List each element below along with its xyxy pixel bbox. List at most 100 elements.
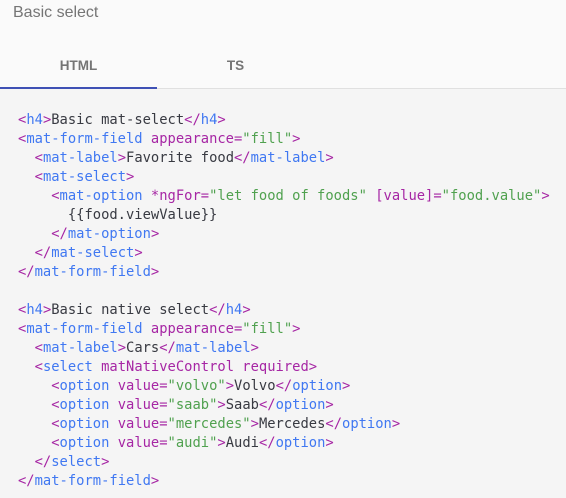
code-token: mat-form-field — [26, 321, 151, 337]
code-token: option — [59, 416, 118, 432]
code-token: mat-label — [250, 150, 326, 166]
code-line: <h4>Basic native select</h4> — [18, 301, 550, 320]
code-line: <mat-form-field appearance="fill"> — [18, 130, 550, 149]
code-line: <mat-label>Cars</mat-label> — [18, 339, 550, 358]
code-token: mat-label — [42, 340, 118, 356]
code-line: </mat-form-field> — [18, 263, 550, 282]
code-token: > — [541, 188, 550, 204]
code-token: "audi" — [167, 435, 218, 451]
example-title: Basic select — [13, 4, 99, 21]
code-token: select — [51, 454, 102, 470]
code-token: </ — [184, 112, 201, 128]
code-token: < — [34, 150, 43, 166]
code-token: option — [342, 416, 392, 432]
code-token: option — [275, 435, 326, 451]
code-token: </ — [159, 340, 176, 356]
code-token: > — [225, 378, 235, 394]
code-token: > — [242, 302, 251, 318]
code-line: {{food.viewValue}} — [18, 206, 550, 225]
code-token: > — [325, 397, 334, 413]
code-token: > — [150, 264, 160, 280]
code-token: "volvo" — [167, 378, 226, 394]
code-line: <mat-select> — [18, 168, 550, 187]
code-token: mat-option — [67, 226, 151, 242]
code-token: "mercedes" — [167, 416, 251, 432]
code-token: option — [59, 435, 118, 451]
code-token: > — [117, 340, 127, 356]
code-token: </ — [258, 397, 276, 413]
code-token: < — [34, 340, 43, 356]
code-token: matNativeControl required — [101, 359, 309, 375]
code-token: </ — [34, 245, 52, 261]
code-token: </ — [275, 378, 293, 394]
tab-ts[interactable]: TS — [157, 44, 314, 88]
code-token: select — [42, 359, 102, 375]
code-token: > — [150, 226, 160, 242]
code-token: "fill" — [242, 321, 293, 337]
code-token: </ — [325, 416, 343, 432]
code-token: option — [292, 378, 343, 394]
code-token: > — [42, 112, 52, 128]
code-token: mat-select — [42, 169, 127, 185]
code-token: > — [217, 397, 226, 413]
code-token: Basic native select — [51, 302, 210, 318]
code-token: > — [217, 112, 226, 128]
code-token: h4 — [200, 112, 218, 128]
code-token: > — [391, 416, 401, 432]
code-token: h4 — [26, 302, 43, 318]
code-token: *ngFor= — [150, 188, 210, 204]
code-token: value= — [117, 416, 168, 432]
code-token: Mercedes — [258, 416, 326, 432]
code-token: "saab" — [167, 397, 218, 413]
code-token: "fill" — [242, 131, 293, 147]
code-token: "food.value" — [441, 188, 542, 204]
code-line: </mat-option> — [18, 225, 550, 244]
code-token: > — [217, 435, 226, 451]
code-token: value= — [117, 397, 168, 413]
code-token: < — [34, 169, 43, 185]
code-token: > — [342, 378, 351, 394]
code-token: Cars — [126, 340, 160, 356]
code-token: > — [117, 150, 127, 166]
code-token: value= — [117, 378, 168, 394]
code-token: h4 — [26, 112, 43, 128]
code-token: Saab — [225, 397, 259, 413]
code-token: option — [59, 397, 118, 413]
code-token: > — [126, 169, 135, 185]
code-token: > — [292, 131, 301, 147]
code-line: <option value="mercedes">Mercedes</optio… — [18, 415, 550, 434]
code-token: {{food.viewValue}} — [18, 207, 218, 223]
code-token: [value]= — [375, 188, 442, 204]
code-token: > — [101, 454, 110, 470]
code-token: > — [308, 359, 318, 375]
code-line: <mat-form-field appearance="fill"> — [18, 320, 550, 339]
code-token: </ — [18, 264, 35, 280]
code-token: < — [51, 435, 60, 451]
code-token: </ — [234, 150, 251, 166]
code-token: </ — [34, 454, 52, 470]
code-token: mat-label — [42, 150, 118, 166]
code-token: appearance= — [150, 131, 243, 147]
code-token: </ — [258, 435, 276, 451]
code-token: option — [59, 378, 118, 394]
code-line: <option value="saab">Saab</option> — [18, 396, 550, 415]
code-line: <option value="audi">Audi</option> — [18, 434, 550, 453]
code-line: <option value="volvo">Volvo</option> — [18, 377, 550, 396]
code-panel: <h4>Basic mat-select</h4> <mat-form-field… — [0, 89, 566, 498]
code-line: <h4>Basic mat-select</h4> — [18, 111, 550, 130]
code-token: h4 — [225, 302, 243, 318]
code-token: Basic mat-select — [51, 112, 185, 128]
code-token: mat-select — [51, 245, 135, 261]
tab-html[interactable]: HTML — [0, 44, 157, 89]
code-token: < — [51, 378, 60, 394]
code-token: > — [150, 473, 160, 489]
